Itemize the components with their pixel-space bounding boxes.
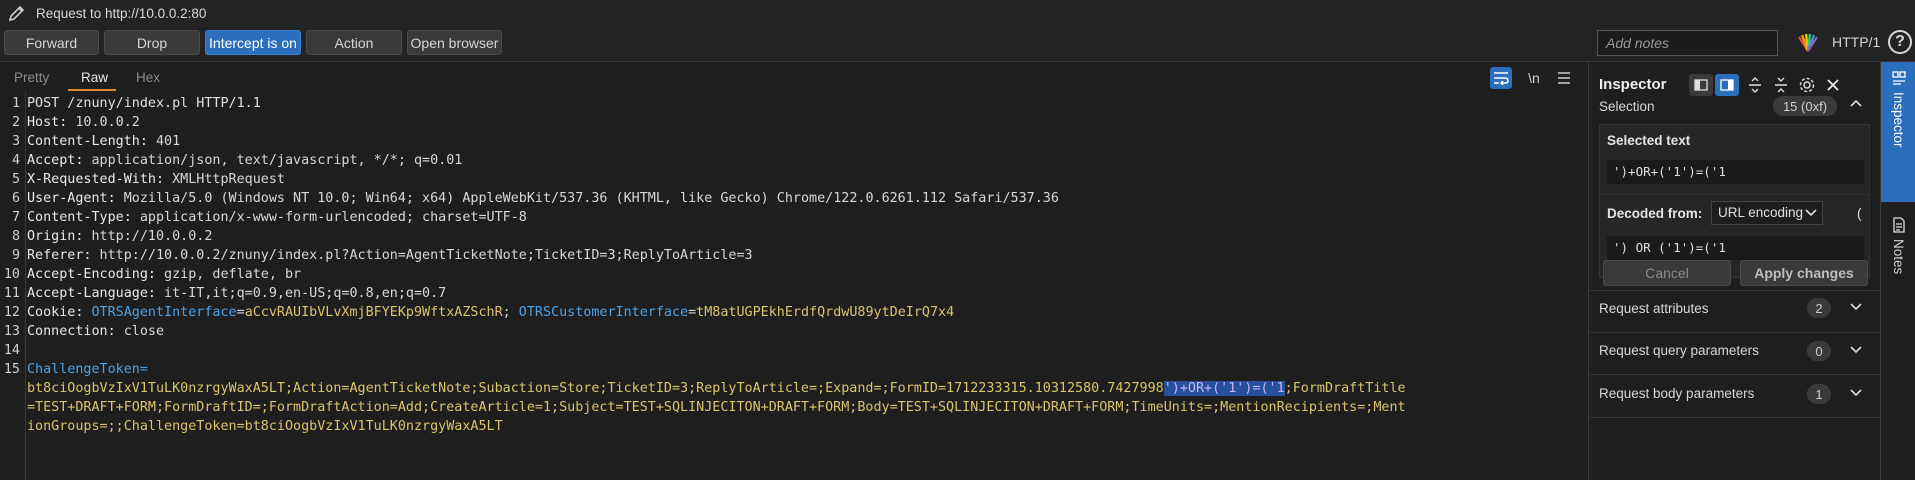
forward-button[interactable]: Forward [4, 30, 99, 55]
decoded-text-value[interactable]: ') OR ('1')=('1 [1607, 236, 1864, 260]
chevron-down-icon[interactable] [1849, 386, 1863, 401]
request-body-parameters-count: 1 [1807, 384, 1831, 404]
selected-payload: ')+OR+('1')=('1 [1163, 381, 1285, 396]
sidebar-tab-inspector[interactable]: Inspector [1881, 62, 1915, 202]
divider [1589, 374, 1880, 375]
notes-icon [1892, 217, 1905, 233]
wrap-lines-icon[interactable] [1490, 67, 1512, 89]
gear-icon[interactable] [1795, 74, 1819, 96]
divider [1589, 332, 1880, 333]
close-icon[interactable] [1821, 74, 1845, 96]
decoding-select-value: URL encoding [1718, 205, 1804, 220]
tab-raw[interactable]: Raw [81, 70, 108, 85]
newline-toggle-icon[interactable]: \n [1523, 67, 1545, 89]
selected-text-label: Selected text [1607, 133, 1691, 148]
chevron-up-icon[interactable] [1849, 96, 1863, 111]
http-version-label[interactable]: HTTP/1 [1832, 34, 1880, 50]
collapse-all-icon[interactable] [1769, 74, 1793, 96]
selected-text-panel: Selected text ')+OR+('1')=('1 [1599, 124, 1870, 205]
cancel-button[interactable]: Cancel [1603, 260, 1731, 286]
decoding-select[interactable]: URL encoding [1711, 201, 1823, 225]
request-body-parameters-label[interactable]: Request body parameters [1599, 386, 1754, 401]
inspector-panel: Inspector Selection 15 (0xf) Selected te… [1588, 62, 1880, 480]
apply-changes-button[interactable]: Apply changes [1740, 260, 1868, 286]
expand-all-icon[interactable] [1743, 74, 1767, 96]
chevron-down-icon [1805, 209, 1817, 217]
drop-button[interactable]: Drop [104, 30, 200, 55]
action-button[interactable]: Action [306, 30, 402, 55]
decoded-from-label: Decoded from: [1607, 206, 1703, 221]
intercept-toggle-button[interactable]: Intercept is on [205, 30, 301, 55]
sidebar-tab-notes[interactable]: Notes [1881, 217, 1915, 317]
divider [1589, 417, 1880, 418]
request-query-parameters-label[interactable]: Request query parameters [1599, 343, 1759, 358]
active-tab-indicator [68, 89, 116, 91]
chevron-down-icon[interactable] [1849, 343, 1863, 358]
request-attributes-label[interactable]: Request attributes [1599, 301, 1709, 316]
decoding-extra[interactable]: ( [1857, 206, 1862, 221]
layout-vertical-icon[interactable] [1715, 74, 1739, 96]
sidebar-tab-notes-label: Notes [1891, 239, 1906, 275]
request-title: Request to http://10.0.0.2:80 [36, 5, 207, 21]
tab-hex[interactable]: Hex [136, 70, 160, 85]
help-icon[interactable]: ? [1888, 30, 1912, 54]
sidebar-tab-inspector-label: Inspector [1891, 92, 1906, 148]
inspector-title: Inspector [1599, 76, 1667, 93]
selected-text-value[interactable]: ')+OR+('1')=('1 [1607, 160, 1864, 184]
menu-icon[interactable] [1553, 67, 1575, 89]
request-attributes-count: 2 [1807, 298, 1831, 318]
chevron-down-icon[interactable] [1849, 300, 1863, 315]
message-editor[interactable]: Pretty Raw Hex \n 1 POST /znuny/index.pl … [0, 62, 1585, 480]
highlight-color-icon[interactable] [1796, 31, 1820, 53]
pencil-icon [6, 2, 28, 24]
layout-horizontal-icon[interactable] [1689, 74, 1713, 96]
open-browser-button[interactable]: Open browser [407, 30, 502, 55]
selection-label[interactable]: Selection [1599, 99, 1655, 114]
tab-pretty[interactable]: Pretty [14, 70, 49, 85]
divider [1589, 290, 1880, 291]
request-query-parameters-count: 0 [1807, 341, 1831, 361]
inspector-icon [1891, 71, 1906, 85]
side-tab-strip: Inspector Notes [1880, 62, 1915, 480]
editor-tabs: Pretty Raw Hex \n [0, 62, 1585, 92]
selection-count-badge: 15 (0xf) [1773, 96, 1837, 116]
window-titlebar: Request to http://10.0.0.2:80 [0, 0, 1915, 26]
add-notes-input[interactable]: Add notes [1597, 30, 1778, 56]
